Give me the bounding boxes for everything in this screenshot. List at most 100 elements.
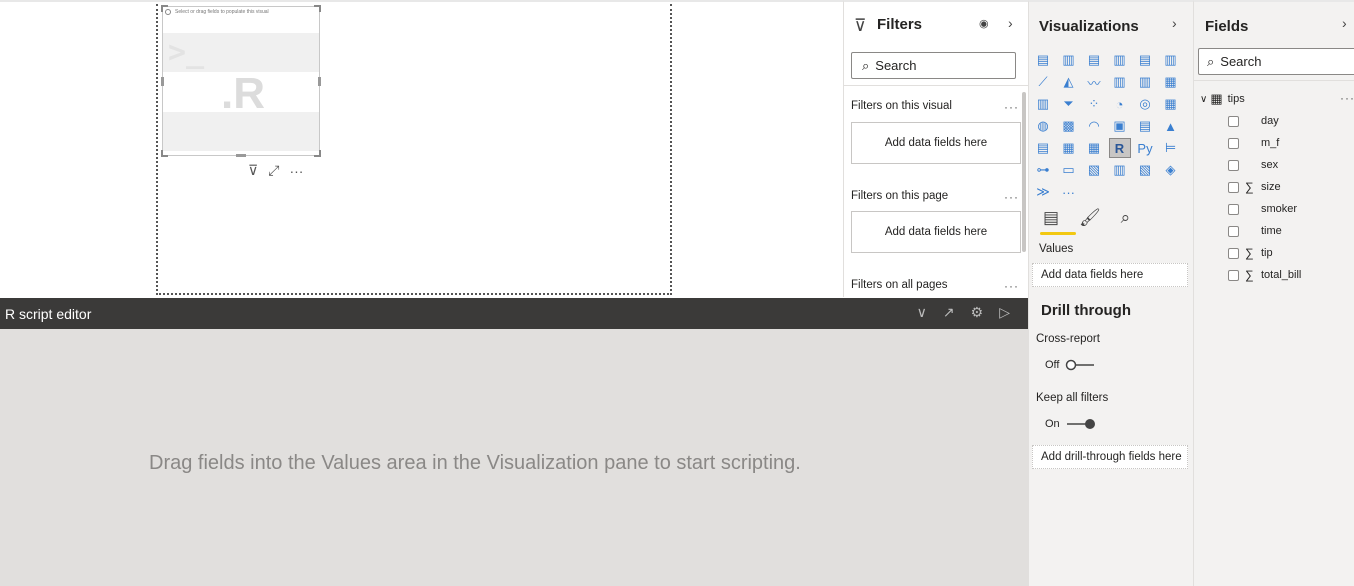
resize-handle[interactable] (236, 154, 246, 157)
stacked-column-icon[interactable]: ▥ (1058, 50, 1080, 70)
checkbox[interactable] (1228, 247, 1239, 259)
field-item[interactable]: ∑ size (1228, 177, 1281, 197)
100-stacked-bar-icon[interactable]: ▤ (1134, 50, 1156, 70)
run-script-icon[interactable]: ▷ (999, 304, 1010, 321)
table-tips[interactable]: ∨ ▦ tips (1200, 89, 1245, 109)
resize-handle[interactable] (161, 150, 168, 157)
map-icon[interactable]: ◍ (1032, 116, 1054, 136)
field-item[interactable]: m_f (1228, 133, 1279, 153)
checkbox[interactable] (1228, 203, 1239, 215)
qa-icon[interactable]: ▭ (1058, 160, 1080, 180)
ribbon-icon[interactable]: ▦ (1160, 72, 1182, 92)
resize-handle[interactable] (314, 150, 321, 157)
drill-through-well[interactable]: Add drill-through fields here (1032, 445, 1188, 469)
focus-mode-icon[interactable]: ⤢ (268, 162, 279, 179)
field-item[interactable]: day (1228, 111, 1279, 131)
filled-map-icon[interactable]: ▩ (1058, 116, 1080, 136)
table-name: tips (1227, 93, 1245, 105)
filter-well-page[interactable]: Add data fields here (851, 211, 1021, 253)
checkbox[interactable] (1228, 225, 1239, 237)
sum-icon: ∑ (1245, 268, 1254, 282)
paginated-icon[interactable]: ▧ (1083, 160, 1105, 180)
cross-report-toggle[interactable]: Off (1045, 359, 1095, 371)
eye-icon[interactable]: ◉ (979, 17, 989, 30)
stacked-area-icon[interactable]: 〰 (1083, 72, 1105, 92)
resize-handle[interactable] (318, 77, 321, 86)
resize-handle[interactable] (161, 77, 164, 86)
analytics-tab-icon[interactable]: ⌕ (1121, 208, 1131, 228)
checkbox[interactable] (1228, 181, 1239, 193)
scatter-icon[interactable]: ⁘ (1083, 94, 1105, 114)
field-item[interactable]: sex (1228, 155, 1278, 175)
smart-narrative-icon[interactable]: ▥ (1109, 160, 1131, 180)
stacked-bar-icon[interactable]: ▤ (1032, 50, 1054, 70)
resize-handle[interactable] (161, 5, 168, 12)
filter-well-visual[interactable]: Add data fields here (851, 122, 1021, 164)
checkbox[interactable] (1228, 269, 1239, 281)
field-item[interactable]: smoker (1228, 199, 1297, 219)
card-icon[interactable]: ▣ (1109, 116, 1131, 136)
donut-icon[interactable]: ◎ (1134, 94, 1156, 114)
gear-icon[interactable]: ⚙ (971, 304, 984, 321)
field-name: day (1261, 115, 1279, 127)
line-stacked-column-icon[interactable]: ▥ (1134, 72, 1156, 92)
checkbox[interactable] (1228, 159, 1239, 171)
keep-filters-toggle[interactable]: On (1045, 418, 1096, 430)
search-placeholder: Search (1220, 54, 1262, 69)
slicer-icon[interactable]: ▤ (1032, 138, 1054, 158)
more-options-icon[interactable]: ··· (1340, 91, 1354, 105)
filters-scrollbar[interactable] (1022, 92, 1026, 252)
waterfall-icon[interactable]: ▥ (1032, 94, 1054, 114)
values-well[interactable]: Add data fields here (1032, 263, 1188, 287)
more-options-icon[interactable]: ··· (1004, 100, 1019, 114)
filter-icon[interactable]: ⊽ (248, 162, 258, 179)
clustered-column-icon[interactable]: ▥ (1109, 50, 1131, 70)
key-influencers-icon[interactable]: ⊨ (1160, 138, 1182, 158)
more-options-icon[interactable]: ··· (1004, 190, 1019, 204)
format-tab-icon[interactable]: 🖌 (1079, 208, 1101, 228)
line-icon[interactable]: ⟋ (1032, 72, 1054, 92)
power-apps-icon[interactable]: ▧ (1134, 160, 1156, 180)
kpi-icon[interactable]: ▲ (1160, 116, 1182, 136)
r-script-editor[interactable]: Drag fields into the Values area in the … (0, 329, 1028, 586)
line-clustered-column-icon[interactable]: ▥ (1109, 72, 1131, 92)
area-icon[interactable]: ◭ (1058, 72, 1080, 92)
collapse-chevron-icon[interactable]: › (1008, 15, 1013, 31)
fields-tab-icon[interactable]: ▤ (1043, 208, 1059, 228)
checkbox[interactable] (1228, 115, 1239, 127)
table-icon[interactable]: ▦ (1058, 138, 1080, 158)
fields-search[interactable]: ⌕ Search (1198, 48, 1354, 75)
field-item[interactable]: ∑ tip (1228, 243, 1273, 263)
prompt-glyph: >_ (168, 35, 205, 70)
more-options-icon[interactable]: ··· (1004, 279, 1019, 293)
python-icon[interactable]: Py (1134, 138, 1156, 158)
field-item[interactable]: ∑ total_bill (1228, 265, 1301, 285)
collapse-chevron-icon[interactable]: ∨ (917, 304, 927, 321)
table-icon: ▦ (1210, 91, 1223, 106)
r-visual[interactable]: Select or drag fields to populate this v… (161, 5, 321, 157)
treemap-icon[interactable]: ▦ (1160, 94, 1182, 114)
funnel-icon[interactable]: ⏷ (1058, 94, 1080, 114)
multi-row-card-icon[interactable]: ▤ (1134, 116, 1156, 136)
more-icon[interactable]: ··· (1058, 182, 1080, 202)
more-options-icon[interactable]: ··· (289, 163, 303, 179)
expand-chevron-icon[interactable]: ∨ (1200, 94, 1207, 105)
decomposition-tree-icon[interactable]: ⊶ (1032, 160, 1054, 180)
collapse-chevron-icon[interactable]: › (1172, 15, 1177, 31)
pie-icon[interactable]: ◔ (1109, 94, 1131, 114)
clustered-bar-icon[interactable]: ▤ (1083, 50, 1105, 70)
gauge-icon[interactable]: ◠ (1083, 116, 1105, 136)
resize-handle[interactable] (314, 5, 321, 12)
r-script-icon[interactable]: R (1108, 138, 1131, 158)
power-automate-icon[interactable]: ≫ (1032, 182, 1054, 202)
power-automate-diamond-icon[interactable]: ◈ (1160, 160, 1182, 180)
open-external-icon[interactable]: ↗ (943, 304, 955, 321)
100-stacked-column-icon[interactable]: ▥ (1160, 50, 1182, 70)
collapse-chevron-icon[interactable]: › (1342, 15, 1347, 31)
values-label: Values (1039, 243, 1074, 255)
matrix-icon[interactable]: ▦ (1083, 138, 1105, 158)
filters-title: Filters (877, 16, 923, 33)
field-item[interactable]: time (1228, 221, 1282, 241)
checkbox[interactable] (1228, 137, 1239, 149)
filters-search[interactable]: ⌕ Search (851, 52, 1016, 79)
